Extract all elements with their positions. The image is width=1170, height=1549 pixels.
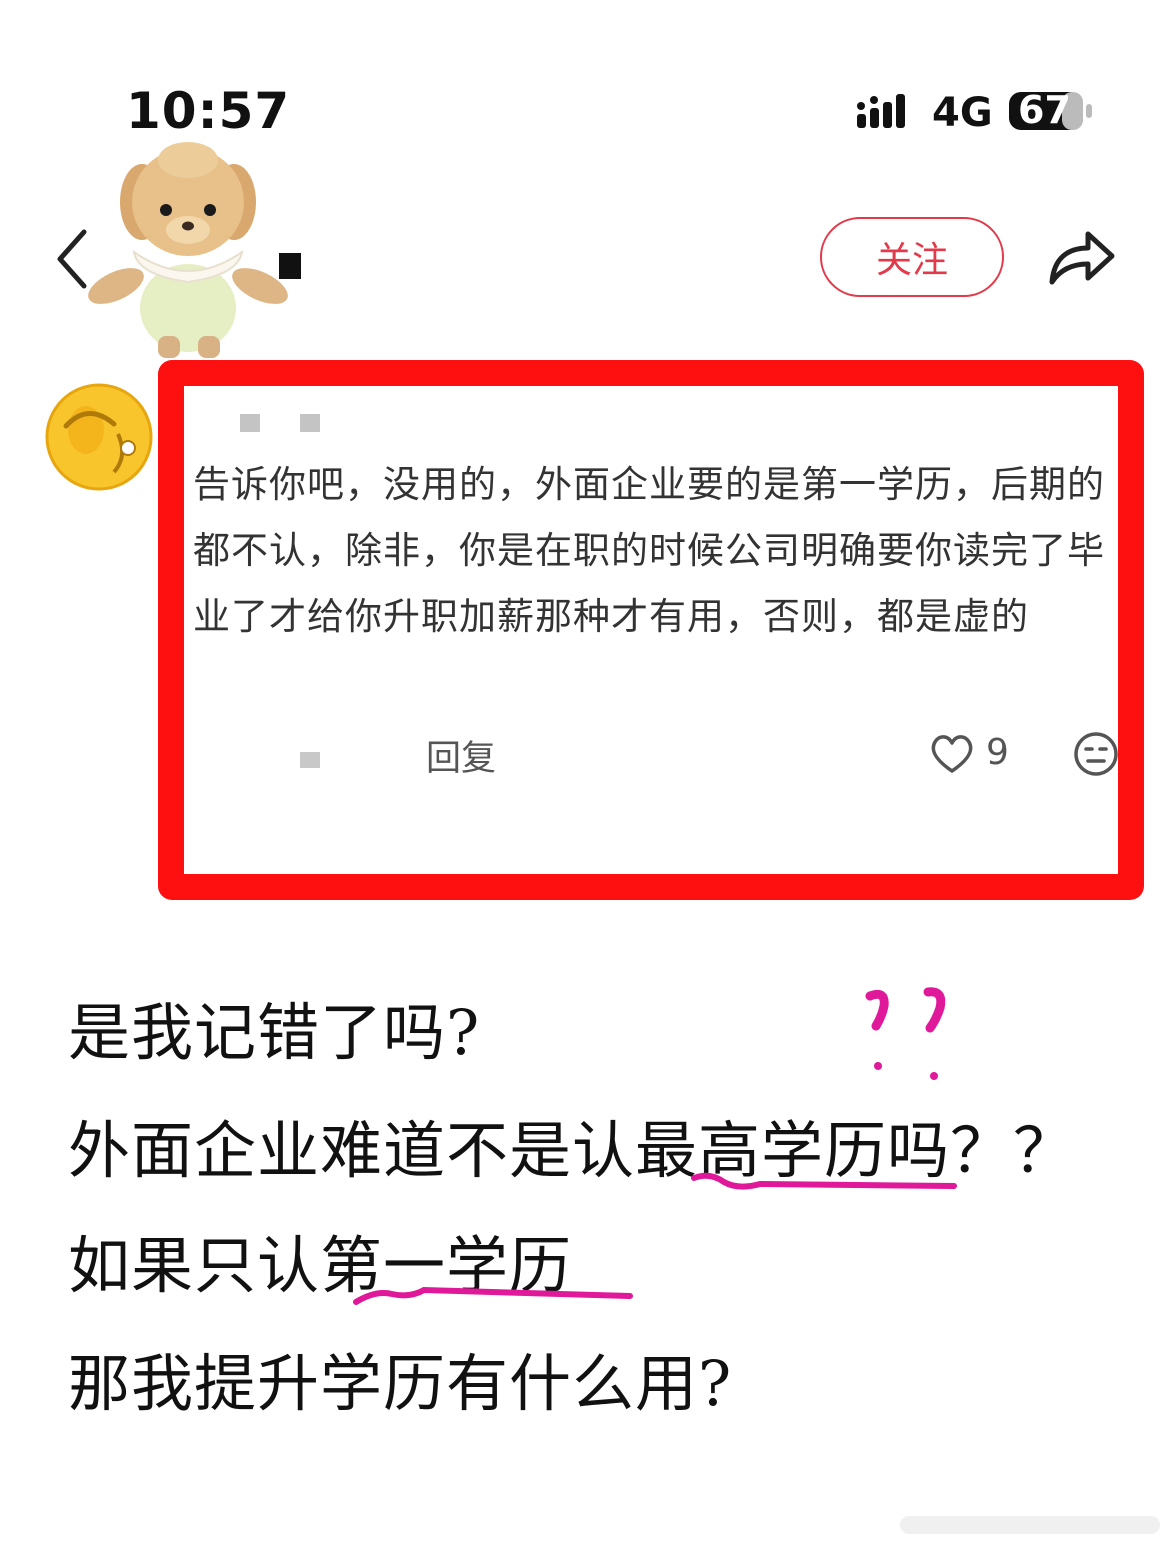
heart-icon[interactable] bbox=[929, 733, 975, 775]
redacted-meta bbox=[300, 752, 320, 768]
avatar[interactable] bbox=[44, 382, 154, 492]
handwritten-question-marks bbox=[865, 987, 946, 1080]
network-type: 4G bbox=[932, 90, 993, 136]
battery-level: 67 bbox=[1018, 88, 1071, 132]
follow-button[interactable]: 关注 bbox=[820, 217, 1004, 297]
comment-text: 告诉你吧，没用的，外面企业要的是第一学历，后期的都不认，除非，你是在职的时候公司… bbox=[193, 463, 1105, 638]
dislike-face-icon[interactable] bbox=[1073, 731, 1119, 777]
reply-button[interactable]: 回复 bbox=[426, 730, 496, 781]
signal-icon bbox=[857, 94, 905, 128]
like-count: 9 bbox=[986, 732, 1009, 773]
caption-line-4: 那我提升学历有什么用? bbox=[68, 1347, 733, 1420]
handwritten-underline bbox=[691, 1172, 957, 1190]
watermark bbox=[900, 1516, 1160, 1534]
status-time: 10:57 bbox=[126, 82, 291, 140]
username-redacted bbox=[279, 253, 301, 279]
share-icon[interactable] bbox=[1046, 224, 1118, 288]
handwritten-underline bbox=[353, 1286, 633, 1305]
redacted-username bbox=[240, 414, 260, 432]
puppy-sticker bbox=[88, 142, 288, 358]
redacted-username bbox=[300, 414, 320, 432]
chevron-left-icon[interactable] bbox=[52, 226, 92, 292]
caption-line-1: 是我记错了吗? bbox=[68, 996, 481, 1069]
